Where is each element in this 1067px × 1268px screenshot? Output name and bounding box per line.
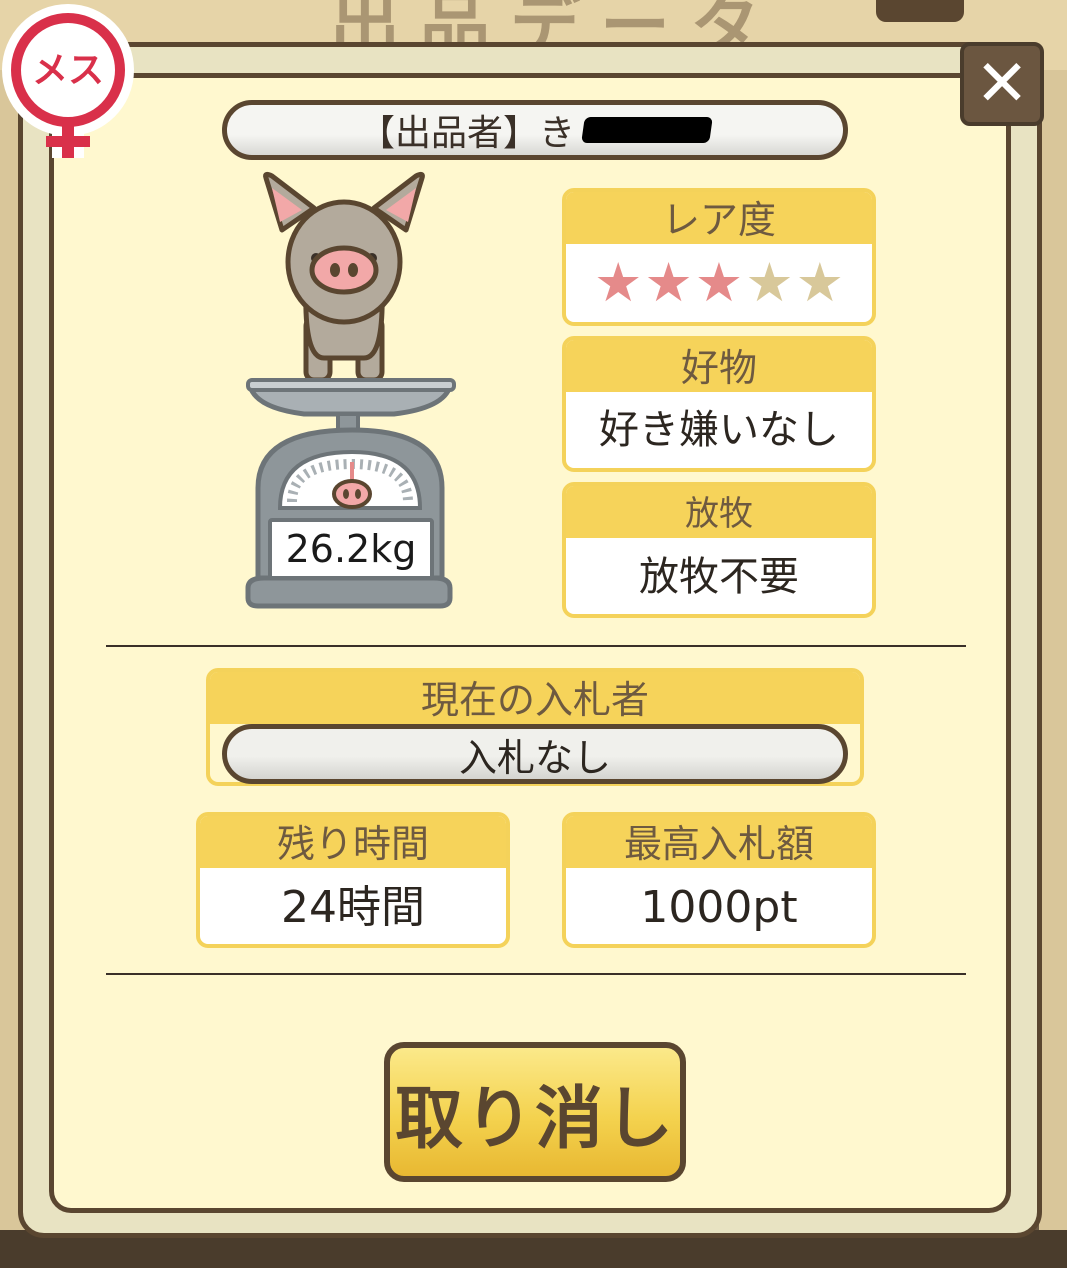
rarity-box: レア度 ★ ★ ★ ★ ★ xyxy=(562,188,876,326)
grazing-label: 放牧 xyxy=(566,486,872,538)
background-right xyxy=(1039,70,1067,1230)
current-bidder-label: 現在の入札者 xyxy=(210,672,860,724)
divider-top xyxy=(106,645,966,647)
seller-field: 【出品者】き xyxy=(222,100,848,160)
highest-bid-box: 最高入札額 1000pt xyxy=(562,812,876,948)
favorite-box: 好物 好き嫌いなし xyxy=(562,336,876,472)
cancel-button[interactable]: 取り消し xyxy=(384,1042,686,1182)
time-left-label: 残り時間 xyxy=(200,816,506,868)
highest-bid-value: 1000pt xyxy=(640,882,798,933)
time-left-value: 24時間 xyxy=(281,882,425,933)
female-badge: メス xyxy=(0,0,140,160)
background-header-box xyxy=(876,0,964,22)
close-button[interactable]: ✕ xyxy=(960,42,1044,126)
close-icon: ✕ xyxy=(975,47,1029,121)
time-left-box: 残り時間 24時間 xyxy=(196,812,510,948)
seller-label: 【出品者】き xyxy=(358,113,575,154)
female-icon: メス xyxy=(2,4,134,158)
female-badge-text: メス xyxy=(32,50,104,91)
current-bidder-field: 入札なし xyxy=(222,724,848,784)
star-icon: ★ xyxy=(593,251,643,314)
highest-bid-label: 最高入札額 xyxy=(566,816,872,868)
divider-bottom xyxy=(106,973,966,975)
favorite-value: 好き嫌いなし xyxy=(599,407,839,453)
grazing-box: 放牧 放牧不要 xyxy=(562,482,876,618)
star-icon: ★ xyxy=(694,251,744,314)
star-icon: ★ xyxy=(644,251,693,314)
star-empty-icon: ★ xyxy=(745,251,794,314)
rarity-stars: ★ ★ ★ ★ ★ xyxy=(566,250,872,316)
rarity-label: レア度 xyxy=(566,192,872,244)
favorite-label: 好物 xyxy=(566,340,872,392)
seller-name-redacted xyxy=(581,117,713,143)
weight-value: 26.2kg xyxy=(268,518,434,580)
grazing-value: 放牧不要 xyxy=(639,554,799,600)
star-empty-icon: ★ xyxy=(795,251,845,314)
